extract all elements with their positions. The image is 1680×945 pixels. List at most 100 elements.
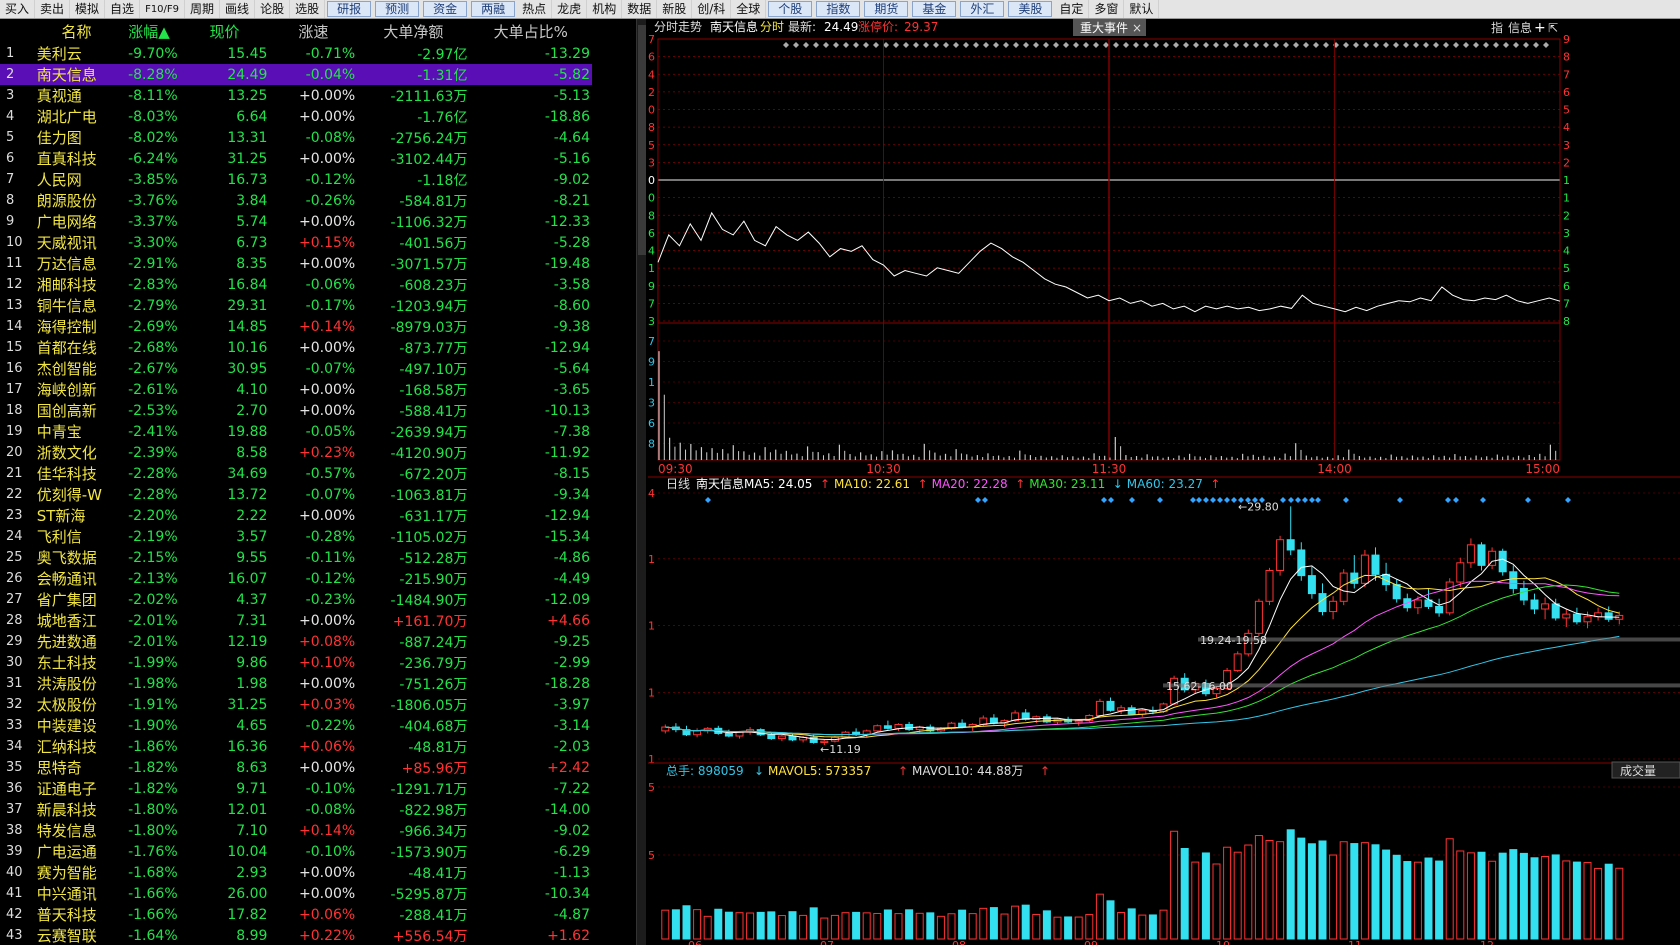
toolbar-button[interactable]: 数据 <box>622 0 658 18</box>
toolbar-button[interactable]: 机构 <box>587 0 623 18</box>
toolbar-button[interactable]: 买入 <box>0 0 36 18</box>
table-row[interactable]: 4 湖北广电 -8.03% 6.64 +0.00% -1.76亿 -18.86 <box>0 106 592 127</box>
table-row[interactable]: 2 南天信息 -8.28% 24.49 -0.04% -1.31亿 -5.82 <box>0 64 592 85</box>
toolbar-button[interactable]: 选股 <box>290 0 326 18</box>
toolbar-button[interactable]: 基金 <box>912 1 957 17</box>
table-row[interactable]: 37 新晨科技 -1.80% 12.01 -0.08% -822.98万 -14.00 <box>0 799 592 820</box>
event-marker-icon <box>793 42 799 48</box>
table-row[interactable]: 36 证通电子 -1.82% 9.71 -0.10% -1291.71万 -7.22 <box>0 778 592 799</box>
toolbar-button[interactable]: 外汇 <box>960 1 1005 17</box>
table-row[interactable]: 43 云赛智联 -1.64% 8.99 +0.22% +556.54万 +1.62 <box>0 925 592 945</box>
table-row[interactable]: 31 洪涛股份 -1.98% 1.98 +0.00% -751.26万 -18.28 <box>0 673 592 694</box>
toolbar-button[interactable]: 全球 <box>731 0 767 18</box>
change-pct: -2.02% <box>128 591 178 608</box>
event-marker-icon <box>1273 42 1279 48</box>
toolbar-button[interactable]: 指数 <box>816 1 861 17</box>
table-row[interactable]: 9 广电网络 -3.37% 5.74 +0.00% -1106.32万 -12.33 <box>0 211 592 232</box>
toolbar-button[interactable]: 周期 <box>185 0 221 18</box>
vertical-scrollbar-thumb[interactable] <box>638 25 646 255</box>
toolbar-button[interactable]: 默认 <box>1124 0 1160 18</box>
intraday-price-tick: 24.79 <box>648 280 655 293</box>
table-row[interactable]: 25 奥飞数据 -2.15% 9.55 -0.11% -512.28万 -4.86 <box>0 547 592 568</box>
col-header-large-ratio[interactable]: 大单占比% <box>469 19 592 43</box>
toolbar-button[interactable]: 个股 <box>768 1 813 17</box>
table-row[interactable]: 24 飞利信 -2.19% 3.57 -0.28% -1105.02万 -15.34 <box>0 526 592 547</box>
table-row[interactable]: 23 ST新海 -2.20% 2.22 +0.00% -631.17万 -12.94 <box>0 505 592 526</box>
change-pct: -2.28% <box>128 465 178 482</box>
table-row[interactable]: 3 真视通 -8.11% 13.25 +0.00% -2111.63万 -5.13 <box>0 85 592 106</box>
large-order-ratio: -10.13 <box>544 402 590 419</box>
table-row[interactable]: 21 佳华科技 -2.28% 34.69 -0.57% -672.20万 -8.15 <box>0 463 592 484</box>
row-index: 19 <box>6 424 23 439</box>
table-row[interactable]: 14 海得控制 -2.69% 14.85 +0.14% -8979.03万 -9.38 <box>0 316 592 337</box>
table-row[interactable]: 8 朗源股份 -3.76% 3.84 -0.26% -584.81万 -8.21 <box>0 190 592 211</box>
toolbar-button[interactable]: 多窗 <box>1089 0 1125 18</box>
toolbar-button[interactable]: 研报 <box>327 1 372 17</box>
kline-volume-bar <box>1392 854 1401 940</box>
toolbar-button[interactable]: 资金 <box>423 1 468 17</box>
table-row[interactable]: 7 人民网 -3.85% 16.73 -0.12% -1.18亿 -9.02 <box>0 169 592 190</box>
toolbar-button[interactable]: 期货 <box>864 1 909 17</box>
toolbar-button[interactable]: 创/科 <box>692 0 732 18</box>
table-row[interactable]: 17 海峡创新 -2.61% 4.10 +0.00% -168.58万 -3.65 <box>0 379 592 400</box>
candle-body <box>1583 616 1592 623</box>
table-row[interactable]: 27 省广集团 -2.02% 4.37 -0.23% -1484.90万 -12.09 <box>0 589 592 610</box>
toolbar-button[interactable]: 自选 <box>105 0 141 18</box>
toolbar-button[interactable]: 热点 <box>517 0 553 18</box>
event-marker-icon <box>1280 497 1286 503</box>
intraday-time-label: 14:00 <box>1317 462 1352 476</box>
table-row[interactable]: 11 万达信息 -2.91% 8.35 +0.00% -3071.57万 -19.48 <box>0 253 592 274</box>
table-row[interactable]: 42 普天科技 -1.66% 17.82 +0.06% -288.41万 -4.87 <box>0 904 592 925</box>
toolbar-button[interactable]: 两融 <box>471 1 516 17</box>
col-header-index[interactable] <box>0 19 35 43</box>
large-order-ratio: -9.38 <box>553 318 590 335</box>
table-row[interactable]: 32 太极股份 -1.91% 31.25 +0.03% -1806.05万 -3.97 <box>0 694 592 715</box>
col-header-speed[interactable]: 涨速 <box>269 19 357 43</box>
stock-name: 太极股份 <box>36 696 97 714</box>
col-header-change[interactable]: 涨幅▲ <box>118 19 179 43</box>
table-row[interactable]: 29 先进数通 -2.01% 12.19 +0.08% -887.24万 -9.25 <box>0 631 592 652</box>
table-row[interactable]: 10 天威视讯 -3.30% 6.73 +0.15% -401.56万 -5.28 <box>0 232 592 253</box>
vertical-scrollbar[interactable] <box>636 19 646 945</box>
change-pct: -2.91% <box>128 255 178 272</box>
col-header-price[interactable]: 现价 <box>180 19 270 43</box>
toolbar-button[interactable]: 龙虎 <box>552 0 588 18</box>
toolbar-button[interactable]: 模拟 <box>70 0 106 18</box>
col-header-net-large[interactable]: 大单净额 <box>357 19 469 43</box>
toolbar-button[interactable]: 画线 <box>220 0 256 18</box>
table-row[interactable]: 30 东土科技 -1.99% 9.86 +0.10% -236.79万 -2.99 <box>0 652 592 673</box>
toolbar-button[interactable]: 论股 <box>255 0 291 18</box>
table-row[interactable]: 28 城地香江 -2.01% 7.31 +0.00% +161.70万 +4.66 <box>0 610 592 631</box>
table-row[interactable]: 33 中装建设 -1.90% 4.65 -0.22% -404.68万 -3.14 <box>0 715 592 736</box>
table-row[interactable]: 20 浙数文化 -2.39% 8.58 +0.23% -4120.90万 -11.92 <box>0 442 592 463</box>
kline-volume-bar <box>936 915 945 940</box>
event-marker-icon <box>1445 497 1451 503</box>
table-row[interactable]: 18 国创高新 -2.53% 2.70 +0.00% -588.41万 -10.13 <box>0 400 592 421</box>
table-row[interactable]: 34 汇纳科技 -1.86% 16.36 +0.06% -48.81万 -2.03 <box>0 736 592 757</box>
table-row[interactable]: 15 首都在线 -2.68% 10.16 +0.00% -873.77万 -12.94 <box>0 337 592 358</box>
table-row[interactable]: 5 佳力图 -8.02% 13.31 -0.08% -2756.24万 -4.64 <box>0 127 592 148</box>
table-row[interactable]: 22 优刻得-W -2.28% 13.72 -0.07% -1063.81万 -9.34 <box>0 484 592 505</box>
table-row[interactable]: 35 思特奇 -1.82% 8.63 +0.00% +85.96万 +2.42 <box>0 757 592 778</box>
table-row[interactable]: 6 直真科技 -6.24% 31.25 +0.00% -3102.44万 -5.16 <box>0 148 592 169</box>
table-row[interactable]: 41 中兴通讯 -1.66% 26.00 +0.00% -5295.87万 -10.34 <box>0 883 592 904</box>
toolbar-button[interactable]: 预测 <box>375 1 420 17</box>
candle-body <box>1498 550 1507 573</box>
table-row[interactable]: 19 中青宝 -2.41% 19.88 -0.05% -2639.94万 -7.38 <box>0 421 592 442</box>
table-row[interactable]: 38 特发信息 -1.80% 7.10 +0.14% -966.34万 -9.02 <box>0 820 592 841</box>
table-row[interactable]: 39 广电运通 -1.76% 10.04 -0.10% -1573.90万 -6.29 <box>0 841 592 862</box>
table-row[interactable]: 40 赛为智能 -1.68% 2.93 +0.00% -48.41万 -1.13 <box>0 862 592 883</box>
table-row[interactable]: 13 铜牛信息 -2.79% 29.31 -0.17% -1203.94万 -8.60 <box>0 295 592 316</box>
toolbar-button[interactable]: F10/F9 <box>140 0 186 18</box>
table-row[interactable]: 1 美利云 -9.70% 15.45 -0.71% -2.97亿 -13.29 <box>0 43 592 64</box>
col-header-name[interactable]: 名称 <box>35 19 119 43</box>
toolbar-button[interactable]: 自定 <box>1054 0 1090 18</box>
toolbar-button[interactable]: 新股 <box>657 0 693 18</box>
toolbar-button[interactable]: 卖出 <box>35 0 71 18</box>
event-marker-icon <box>1129 497 1135 503</box>
table-row[interactable]: 16 杰创智能 -2.67% 30.95 -0.07% -497.10万 -5.64 <box>0 358 592 379</box>
toolbar-button[interactable]: 美股 <box>1008 1 1053 17</box>
table-row[interactable]: 26 会畅通讯 -2.13% 16.07 -0.12% -215.90万 -4.49 <box>0 568 592 589</box>
table-row[interactable]: 12 湘邮科技 -2.83% 16.84 -0.06% -608.23万 -3.58 <box>0 274 592 295</box>
speed: +0.06% <box>298 738 356 755</box>
